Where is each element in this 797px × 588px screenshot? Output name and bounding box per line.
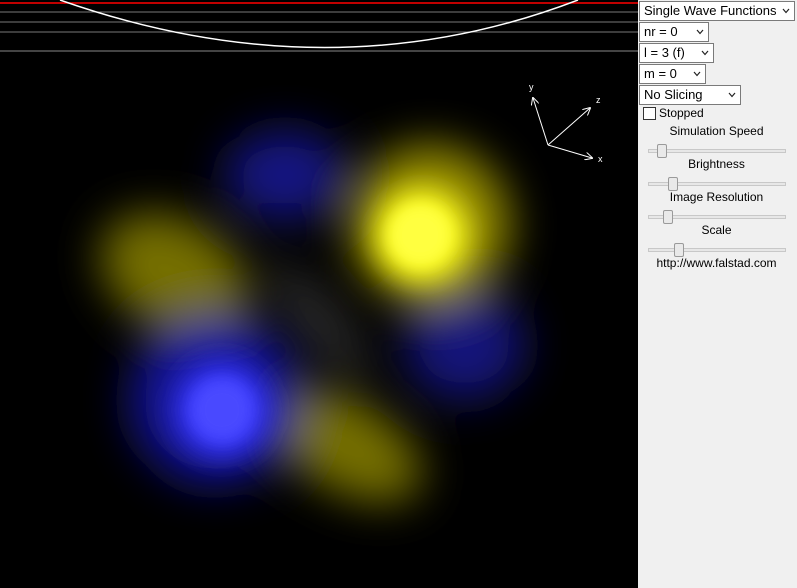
chevron-down-icon [693, 71, 701, 77]
speed-slider[interactable] [648, 144, 786, 158]
slider-thumb[interactable] [663, 210, 673, 224]
falstad-link[interactable]: http://www.falstad.com [638, 256, 795, 270]
orbital-view[interactable]: y z x [0, 0, 638, 588]
resolution-slider[interactable] [648, 210, 786, 224]
orbital-density [100, 130, 525, 503]
nr-select[interactable]: nr = 0 [639, 22, 709, 42]
scale-slider[interactable] [648, 243, 786, 257]
chevron-down-icon [782, 8, 790, 14]
slider-thumb[interactable] [674, 243, 684, 257]
potential-curve [59, 0, 579, 49]
slider-thumb[interactable] [657, 144, 667, 158]
y-axis-label: y [529, 82, 534, 92]
chevron-down-icon [696, 29, 704, 35]
l-value: l = 3 (f) [644, 45, 685, 60]
slider-thumb[interactable] [668, 177, 678, 191]
view-type-select[interactable]: Single Wave Functions [639, 1, 795, 21]
z-axis-arrow [547, 108, 590, 146]
resolution-label: Image Resolution [669, 190, 764, 204]
m-value: m = 0 [644, 66, 677, 81]
x-axis-label: x [598, 154, 603, 164]
stopped-label: Stopped [659, 106, 704, 120]
m-select[interactable]: m = 0 [639, 64, 706, 84]
slider-track [648, 149, 786, 153]
chevron-down-icon [701, 50, 709, 56]
view-type-value: Single Wave Functions [644, 3, 777, 18]
stopped-checkbox[interactable] [643, 107, 656, 120]
l-select[interactable]: l = 3 (f) [639, 43, 714, 63]
x-axis-arrow [547, 144, 592, 158]
slicing-select[interactable]: No Slicing [639, 85, 741, 105]
speed-label: Simulation Speed [669, 124, 764, 138]
orbital-canvas: y z x [0, 0, 638, 503]
slider-track [648, 248, 786, 252]
axis-widget: y z x [529, 82, 603, 164]
slicing-value: No Slicing [644, 87, 703, 102]
y-axis-arrow [533, 98, 549, 146]
nr-value: nr = 0 [644, 24, 678, 39]
z-axis-label: z [596, 95, 601, 105]
brightness-slider[interactable] [648, 177, 786, 191]
control-panel: Single Wave Functions nr = 0 l = 3 (f) m… [638, 0, 797, 588]
brightness-label: Brightness [688, 157, 745, 171]
scale-label: Scale [701, 223, 732, 237]
chevron-down-icon [728, 92, 736, 98]
